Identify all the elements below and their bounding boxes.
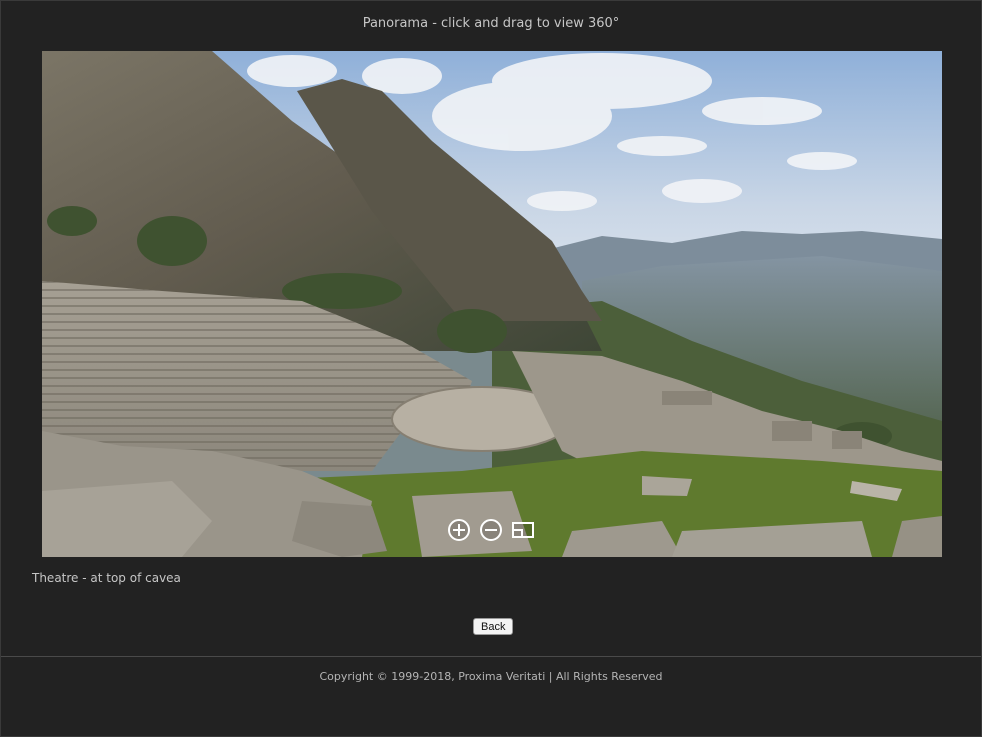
page-frame: Panorama - click and drag to view 360° T…: [0, 0, 982, 737]
footer-divider: [1, 656, 981, 657]
panorama-caption: Theatre - at top of cavea: [32, 571, 181, 585]
zoom-out-icon[interactable]: [479, 518, 503, 542]
page-title: Panorama - click and drag to view 360°: [362, 16, 620, 31]
back-button[interactable]: Back: [473, 618, 514, 635]
panorama-controls: [447, 518, 535, 542]
zoom-in-icon[interactable]: [447, 518, 471, 542]
footer-copyright: Copyright © 1999-2018, Proxima Veritati …: [319, 670, 663, 683]
fullscreen-icon[interactable]: [511, 518, 535, 542]
panorama-image[interactable]: [42, 51, 942, 557]
panorama-viewer[interactable]: [42, 51, 942, 557]
